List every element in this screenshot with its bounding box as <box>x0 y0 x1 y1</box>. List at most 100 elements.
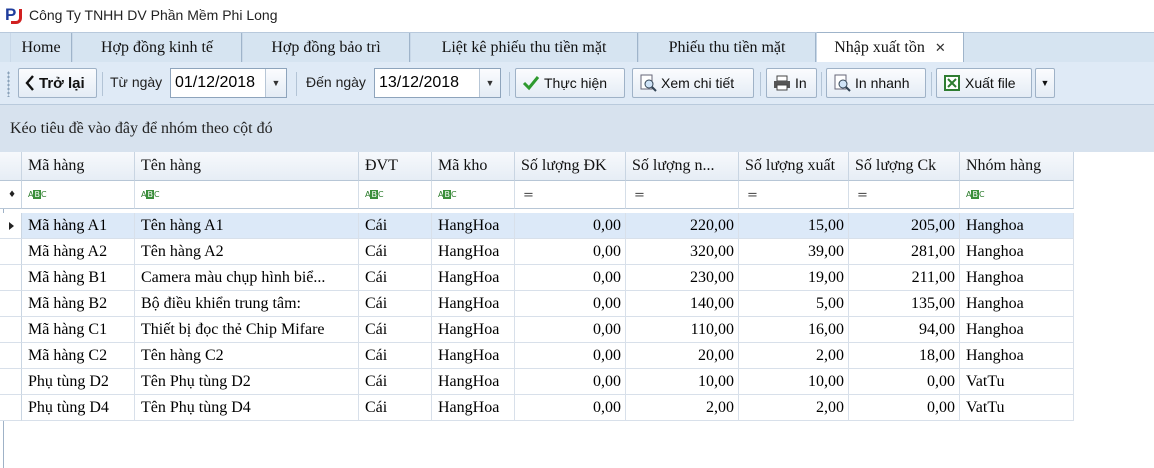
table-cell[interactable]: Hanghoa <box>960 265 1074 291</box>
back-button[interactable]: Trở lại <box>18 68 97 98</box>
table-cell[interactable]: HangHoa <box>432 291 515 317</box>
column-header[interactable]: Số lượng n... <box>626 152 739 181</box>
table-cell[interactable]: Mã hàng C2 <box>22 343 135 369</box>
table-cell[interactable]: Thiết bị đọc thẻ Chip Mifare <box>135 317 359 343</box>
table-cell[interactable]: 0,00 <box>515 239 626 265</box>
filter-cell[interactable]: = <box>626 181 739 209</box>
table-cell[interactable]: 2,00 <box>626 395 739 421</box>
table-cell[interactable]: VatTu <box>960 395 1074 421</box>
table-row[interactable]: Mã hàng C1 Thiết bị đọc thẻ Chip Mifare Cá… <box>0 317 1074 343</box>
table-cell[interactable]: HangHoa <box>432 343 515 369</box>
table-cell[interactable]: 140,00 <box>626 291 739 317</box>
table-cell[interactable]: Tên hàng A2 <box>135 239 359 265</box>
table-cell[interactable]: 320,00 <box>626 239 739 265</box>
chevron-down-icon[interactable]: ▼ <box>265 69 286 97</box>
table-row[interactable]: Mã hàng C2 Tên hàng C2 Cái HangHoa 0,00 20,00… <box>0 343 1074 369</box>
tab-cash-receipt[interactable]: Phiếu thu tiền mặt <box>638 33 816 62</box>
table-cell[interactable]: 135,00 <box>849 291 960 317</box>
table-cell[interactable]: 5,00 <box>739 291 849 317</box>
row-indicator[interactable] <box>0 291 22 317</box>
table-cell[interactable]: 0,00 <box>849 369 960 395</box>
table-cell[interactable]: 230,00 <box>626 265 739 291</box>
export-dropdown-chevron-down-icon[interactable]: ▼ <box>1035 68 1055 98</box>
table-cell[interactable]: HangHoa <box>432 369 515 395</box>
table-row[interactable]: Mã hàng B1 Camera màu chụp hình biể... Cái… <box>0 265 1074 291</box>
table-row[interactable]: Phụ tùng D2 Tên Phụ tùng D2 Cái HangHoa 0,00… <box>0 369 1074 395</box>
view-detail-button[interactable]: Xem chi tiết <box>632 68 754 98</box>
row-indicator[interactable] <box>0 239 22 265</box>
table-cell[interactable]: Phụ tùng D2 <box>22 369 135 395</box>
row-indicator[interactable] <box>0 395 22 421</box>
table-cell[interactable]: 0,00 <box>515 317 626 343</box>
table-cell[interactable]: Bộ điều khiển trung tâm: <box>135 291 359 317</box>
table-row[interactable]: Mã hàng A2 Tên hàng A2 Cái HangHoa 0,00 320,0… <box>0 239 1074 265</box>
column-header[interactable]: Số lượng Ck <box>849 152 960 181</box>
column-header[interactable]: Số lượng ĐK <box>515 152 626 181</box>
table-cell[interactable]: Cái <box>359 317 432 343</box>
table-cell[interactable]: Cái <box>359 213 432 239</box>
table-cell[interactable]: 20,00 <box>626 343 739 369</box>
table-cell[interactable]: 0,00 <box>515 291 626 317</box>
table-cell[interactable]: 0,00 <box>849 395 960 421</box>
table-cell[interactable]: HangHoa <box>432 239 515 265</box>
table-cell[interactable]: 110,00 <box>626 317 739 343</box>
table-cell[interactable]: Cái <box>359 343 432 369</box>
table-cell[interactable]: Mã hàng B2 <box>22 291 135 317</box>
table-cell[interactable]: Hanghoa <box>960 291 1074 317</box>
table-cell[interactable]: 2,00 <box>739 395 849 421</box>
toolbar-grip-icon[interactable] <box>7 71 10 97</box>
table-cell[interactable]: HangHoa <box>432 213 515 239</box>
filter-cell[interactable]: ABC <box>960 181 1074 209</box>
table-cell[interactable]: Phụ tùng D4 <box>22 395 135 421</box>
column-header[interactable]: Tên hàng <box>135 152 359 181</box>
table-cell[interactable]: 0,00 <box>515 343 626 369</box>
table-cell[interactable]: Cái <box>359 239 432 265</box>
print-button[interactable]: In <box>766 68 817 98</box>
table-cell[interactable]: Camera màu chụp hình biể... <box>135 265 359 291</box>
column-header[interactable]: Mã kho <box>432 152 515 181</box>
table-cell[interactable]: Hanghoa <box>960 239 1074 265</box>
filter-cell[interactable]: = <box>515 181 626 209</box>
table-cell[interactable]: Cái <box>359 291 432 317</box>
table-cell[interactable]: Hanghoa <box>960 213 1074 239</box>
table-cell[interactable]: HangHoa <box>432 265 515 291</box>
table-cell[interactable]: 0,00 <box>515 395 626 421</box>
table-cell[interactable]: 2,00 <box>739 343 849 369</box>
filter-cell[interactable]: ABC <box>432 181 515 209</box>
export-file-button[interactable]: Xuất file <box>936 68 1032 98</box>
table-cell[interactable]: 220,00 <box>626 213 739 239</box>
filter-cell[interactable]: = <box>739 181 849 209</box>
table-cell[interactable]: Mã hàng C1 <box>22 317 135 343</box>
filter-cell[interactable]: ABC <box>359 181 432 209</box>
table-cell[interactable]: 10,00 <box>626 369 739 395</box>
table-cell[interactable]: Cái <box>359 265 432 291</box>
table-cell[interactable]: Mã hàng B1 <box>22 265 135 291</box>
table-cell[interactable]: 19,00 <box>739 265 849 291</box>
table-row[interactable]: Phụ tùng D4 Tên Phụ tùng D4 Cái HangHoa 0,00… <box>0 395 1074 421</box>
filter-cell[interactable]: ABC <box>135 181 359 209</box>
table-row[interactable]: Mã hàng B2 Bộ điều khiển trung tâm: Cái Han… <box>0 291 1074 317</box>
column-header[interactable]: Số lượng xuất <box>739 152 849 181</box>
column-header[interactable]: Mã hàng <box>22 152 135 181</box>
chevron-down-icon[interactable]: ▼ <box>479 69 500 97</box>
column-header[interactable]: ĐVT <box>359 152 432 181</box>
table-cell[interactable]: Cái <box>359 369 432 395</box>
column-header[interactable]: Nhóm hàng <box>960 152 1074 181</box>
quick-print-button[interactable]: In nhanh <box>826 68 926 98</box>
table-cell[interactable]: Hanghoa <box>960 317 1074 343</box>
table-cell[interactable]: 211,00 <box>849 265 960 291</box>
row-indicator[interactable] <box>0 213 22 239</box>
table-cell[interactable]: Mã hàng A1 <box>22 213 135 239</box>
row-indicator[interactable] <box>0 317 22 343</box>
row-indicator[interactable] <box>0 343 22 369</box>
table-cell[interactable]: 16,00 <box>739 317 849 343</box>
table-cell[interactable]: 10,00 <box>739 369 849 395</box>
row-indicator[interactable] <box>0 265 22 291</box>
tab-inventory-report[interactable]: Nhập xuất tồn ✕ <box>816 32 964 62</box>
table-cell[interactable]: HangHoa <box>432 317 515 343</box>
filter-cell[interactable]: = <box>849 181 960 209</box>
tab-cash-receipt-list[interactable]: Liệt kê phiếu thu tiền mặt <box>410 33 638 62</box>
table-cell[interactable]: 0,00 <box>515 265 626 291</box>
table-cell[interactable]: VatTu <box>960 369 1074 395</box>
table-cell[interactable]: Cái <box>359 395 432 421</box>
